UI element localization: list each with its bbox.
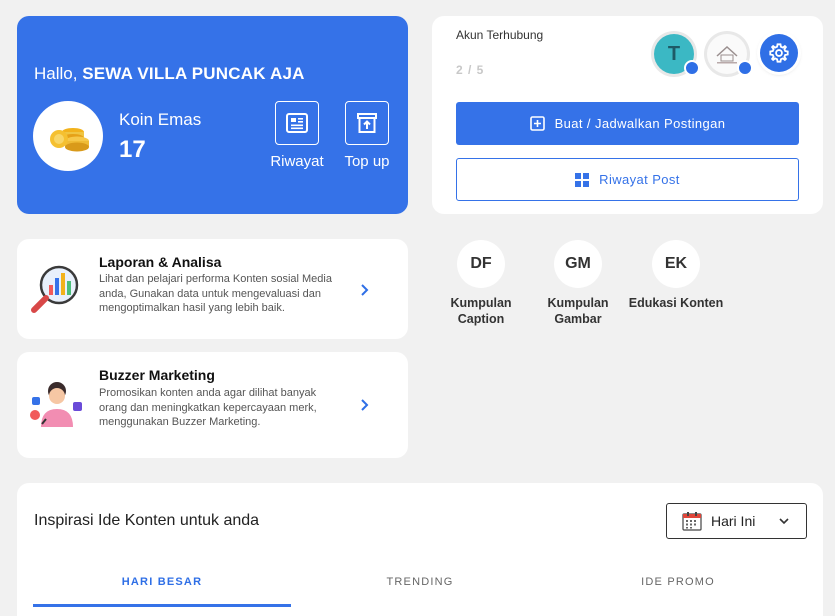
coin-balance: 17 bbox=[119, 136, 146, 163]
create-post-button[interactable]: Buat / Jadwalkan Postingan bbox=[456, 102, 799, 145]
linked-accounts-count: 2 / 5 bbox=[456, 63, 485, 77]
content-inspiration-card: Inspirasi Ide Konten untuk anda Hari Ini… bbox=[17, 483, 823, 616]
feature-title: Laporan & Analisa bbox=[99, 254, 222, 270]
shortcut-initials: DF bbox=[457, 240, 505, 288]
shortcut-label: Kumpulan Caption bbox=[450, 296, 512, 326]
account-status-dot bbox=[737, 60, 753, 76]
active-tab-indicator bbox=[33, 604, 291, 607]
topup-label[interactable]: Top up bbox=[332, 153, 402, 170]
inspiration-title: Inspirasi Ide Konten untuk anda bbox=[34, 512, 260, 529]
news-icon bbox=[286, 113, 308, 133]
grid-icon bbox=[575, 172, 590, 187]
shortcut-initials: GM bbox=[554, 240, 602, 288]
shortcut-label: Edukasi Konten bbox=[628, 296, 724, 310]
report-analysis-card[interactable]: Laporan & Analisa Lihat dan pelajari per… bbox=[17, 239, 408, 339]
plus-square-icon bbox=[529, 116, 545, 131]
create-post-label: Buat / Jadwalkan Postingan bbox=[554, 116, 726, 131]
user-name: SEWA VILLA PUNCAK AJA bbox=[82, 64, 305, 83]
chevron-down-icon bbox=[779, 518, 789, 525]
feature-description: Promosikan konten anda agar dilihat bany… bbox=[99, 387, 317, 428]
tab-trending[interactable]: TRENDING bbox=[291, 576, 549, 588]
period-selected: Hari Ini bbox=[711, 513, 756, 529]
greeting: Hallo, SEWA VILLA PUNCAK AJA bbox=[34, 64, 305, 84]
topup-button[interactable] bbox=[345, 101, 389, 145]
influencer-icon bbox=[29, 377, 85, 433]
feature-description: Lihat dan pelajari performa Konten sosia… bbox=[99, 273, 332, 314]
period-dropdown[interactable]: Hari Ini bbox=[666, 503, 807, 539]
post-history-button[interactable]: Riwayat Post bbox=[456, 158, 799, 201]
welcome-card: Hallo, SEWA VILLA PUNCAK AJA Koin Emas 1… bbox=[17, 16, 408, 214]
chevron-right-icon bbox=[357, 398, 371, 412]
gear-icon bbox=[769, 43, 789, 63]
account-avatar-logo[interactable] bbox=[707, 34, 753, 76]
coin-label: Koin Emas bbox=[119, 110, 202, 129]
shortcut-caption-collection[interactable]: DF Kumpulan Caption bbox=[431, 240, 531, 327]
history-label[interactable]: Riwayat bbox=[262, 153, 332, 170]
calendar-icon bbox=[682, 512, 702, 531]
shortcut-label: Kumpulan Gambar bbox=[547, 296, 609, 326]
shortcut-content-education[interactable]: EK Edukasi Konten bbox=[626, 240, 726, 311]
archive-upload-icon bbox=[357, 113, 377, 133]
buzzer-marketing-card[interactable]: Buzzer Marketing Promosikan konten anda … bbox=[17, 352, 408, 458]
account-status-dot bbox=[684, 60, 700, 76]
post-history-label: Riwayat Post bbox=[599, 172, 680, 187]
shortcut-initials: EK bbox=[652, 240, 700, 288]
feature-title: Buzzer Marketing bbox=[99, 367, 215, 383]
shortcut-image-collection[interactable]: GM Kumpulan Gambar bbox=[528, 240, 628, 327]
analytics-magnifier-icon bbox=[29, 261, 85, 317]
gold-coins-icon bbox=[33, 101, 103, 171]
tab-hari-besar[interactable]: HARI BESAR bbox=[33, 576, 291, 588]
linked-accounts-card: Akun Terhubung 2 / 5 T Buat / Jadwalkan … bbox=[432, 16, 823, 214]
linked-accounts-title: Akun Terhubung bbox=[456, 28, 544, 42]
history-button[interactable] bbox=[275, 101, 319, 145]
account-settings-button[interactable] bbox=[760, 34, 798, 72]
greeting-text: Hallo, bbox=[34, 64, 78, 83]
tab-ide-promo[interactable]: IDE PROMO bbox=[549, 576, 807, 588]
account-avatar-t[interactable]: T bbox=[654, 34, 700, 76]
chevron-right-icon bbox=[357, 283, 371, 297]
